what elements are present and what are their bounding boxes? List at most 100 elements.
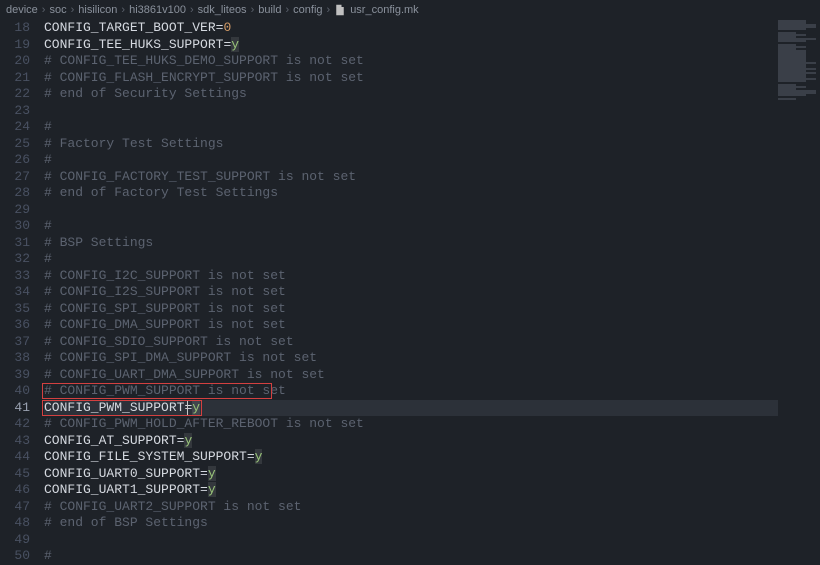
- comment-token: # CONFIG_FACTORY_TEST_SUPPORT is not set: [44, 169, 356, 184]
- code-content[interactable]: # CONFIG_PWM_HOLD_AFTER_REBOOT is not se…: [44, 416, 820, 433]
- line-number: 19: [0, 37, 44, 54]
- code-content[interactable]: CONFIG_FILE_SYSTEM_SUPPORT=y: [44, 449, 820, 466]
- code-content[interactable]: #: [44, 548, 820, 565]
- breadcrumb: device›soc›hisilicon›hi3861v100›sdk_lite…: [0, 0, 820, 20]
- line-number: 38: [0, 350, 44, 367]
- code-content[interactable]: # CONFIG_SPI_SUPPORT is not set: [44, 301, 820, 318]
- line-number: 35: [0, 301, 44, 318]
- code-content[interactable]: # end of Factory Test Settings: [44, 185, 820, 202]
- code-content[interactable]: # CONFIG_SPI_DMA_SUPPORT is not set: [44, 350, 820, 367]
- breadcrumb-separator: ›: [327, 4, 331, 16]
- config-key: CONFIG_TARGET_BOOT_VER: [44, 20, 216, 35]
- code-content[interactable]: # end of BSP Settings: [44, 515, 820, 532]
- code-content[interactable]: #: [44, 218, 820, 235]
- line-number: 44: [0, 449, 44, 466]
- breadcrumb-item[interactable]: device: [6, 4, 38, 16]
- config-value: y: [184, 433, 192, 448]
- breadcrumb-item[interactable]: hisilicon: [78, 4, 117, 16]
- minimap[interactable]: [778, 20, 820, 565]
- code-line[interactable]: 24#: [0, 119, 820, 136]
- text-cursor: [187, 401, 188, 415]
- code-content[interactable]: CONFIG_TARGET_BOOT_VER=0: [44, 20, 820, 37]
- code-line[interactable]: 23: [0, 103, 820, 120]
- code-content[interactable]: #: [44, 152, 820, 169]
- breadcrumb-separator: ›: [251, 4, 255, 16]
- equals-token: =: [200, 466, 208, 481]
- code-line[interactable]: 35# CONFIG_SPI_SUPPORT is not set: [0, 301, 820, 318]
- code-content[interactable]: [44, 202, 820, 219]
- breadcrumb-separator: ›: [121, 4, 125, 16]
- breadcrumb-item[interactable]: sdk_liteos: [198, 4, 247, 16]
- code-content[interactable]: # CONFIG_FLASH_ENCRYPT_SUPPORT is not se…: [44, 70, 820, 87]
- editor-area[interactable]: 18CONFIG_TARGET_BOOT_VER=019CONFIG_TEE_H…: [0, 20, 820, 565]
- code-line[interactable]: 44CONFIG_FILE_SYSTEM_SUPPORT=y: [0, 449, 820, 466]
- code-content[interactable]: # CONFIG_DMA_SUPPORT is not set: [44, 317, 820, 334]
- code-line[interactable]: 26#: [0, 152, 820, 169]
- code-content[interactable]: CONFIG_TEE_HUKS_SUPPORT=y: [44, 37, 820, 54]
- config-key: CONFIG_AT_SUPPORT: [44, 433, 177, 448]
- code-line[interactable]: 32#: [0, 251, 820, 268]
- code-line[interactable]: 40# CONFIG_PWM_SUPPORT is not set: [0, 383, 820, 400]
- code-line[interactable]: 20# CONFIG_TEE_HUKS_DEMO_SUPPORT is not …: [0, 53, 820, 70]
- code-content[interactable]: # CONFIG_FACTORY_TEST_SUPPORT is not set: [44, 169, 820, 186]
- code-content[interactable]: # CONFIG_UART_DMA_SUPPORT is not set: [44, 367, 820, 384]
- code-line[interactable]: 45CONFIG_UART0_SUPPORT=y: [0, 466, 820, 483]
- code-line[interactable]: 43CONFIG_AT_SUPPORT=y: [0, 433, 820, 450]
- code-line[interactable]: 33# CONFIG_I2C_SUPPORT is not set: [0, 268, 820, 285]
- code-content[interactable]: #: [44, 119, 820, 136]
- code-line[interactable]: 31# BSP Settings: [0, 235, 820, 252]
- code-line[interactable]: 36# CONFIG_DMA_SUPPORT is not set: [0, 317, 820, 334]
- code-line[interactable]: 49: [0, 532, 820, 549]
- code-line[interactable]: 46CONFIG_UART1_SUPPORT=y: [0, 482, 820, 499]
- config-value: y: [208, 466, 216, 481]
- code-content[interactable]: # BSP Settings: [44, 235, 820, 252]
- config-value: 0: [223, 20, 231, 35]
- code-line[interactable]: 18CONFIG_TARGET_BOOT_VER=0: [0, 20, 820, 37]
- code-content[interactable]: # end of Security Settings: [44, 86, 820, 103]
- line-number: 46: [0, 482, 44, 499]
- code-content[interactable]: #: [44, 251, 820, 268]
- code-content[interactable]: # Factory Test Settings: [44, 136, 820, 153]
- code-line[interactable]: 38# CONFIG_SPI_DMA_SUPPORT is not set: [0, 350, 820, 367]
- code-content[interactable]: CONFIG_UART0_SUPPORT=y: [44, 466, 820, 483]
- code-line[interactable]: 28# end of Factory Test Settings: [0, 185, 820, 202]
- code-content[interactable]: CONFIG_PWM_SUPPORT=y: [44, 400, 820, 417]
- line-number: 40: [0, 383, 44, 400]
- comment-token: #: [44, 251, 52, 266]
- code-line[interactable]: 25# Factory Test Settings: [0, 136, 820, 153]
- breadcrumb-item[interactable]: config: [293, 4, 322, 16]
- code-line[interactable]: 39# CONFIG_UART_DMA_SUPPORT is not set: [0, 367, 820, 384]
- code-content[interactable]: CONFIG_UART1_SUPPORT=y: [44, 482, 820, 499]
- code-line[interactable]: 21# CONFIG_FLASH_ENCRYPT_SUPPORT is not …: [0, 70, 820, 87]
- code-line[interactable]: 50#: [0, 548, 820, 565]
- code-line[interactable]: 30#: [0, 218, 820, 235]
- code-line[interactable]: 41CONFIG_PWM_SUPPORT=y: [0, 400, 820, 417]
- comment-token: # CONFIG_I2S_SUPPORT is not set: [44, 284, 286, 299]
- code-line[interactable]: 19CONFIG_TEE_HUKS_SUPPORT=y: [0, 37, 820, 54]
- code-line[interactable]: 22# end of Security Settings: [0, 86, 820, 103]
- code-content[interactable]: # CONFIG_I2S_SUPPORT is not set: [44, 284, 820, 301]
- code-line[interactable]: 27# CONFIG_FACTORY_TEST_SUPPORT is not s…: [0, 169, 820, 186]
- config-key: CONFIG_UART1_SUPPORT: [44, 482, 200, 497]
- code-content[interactable]: CONFIG_AT_SUPPORT=y: [44, 433, 820, 450]
- code-content[interactable]: [44, 532, 820, 549]
- breadcrumb-item[interactable]: soc: [49, 4, 66, 16]
- code-line[interactable]: 37# CONFIG_SDIO_SUPPORT is not set: [0, 334, 820, 351]
- breadcrumb-item[interactable]: hi3861v100: [129, 4, 186, 16]
- code-content[interactable]: [44, 103, 820, 120]
- code-line[interactable]: 42# CONFIG_PWM_HOLD_AFTER_REBOOT is not …: [0, 416, 820, 433]
- code-content[interactable]: # CONFIG_UART2_SUPPORT is not set: [44, 499, 820, 516]
- code-line[interactable]: 48# end of BSP Settings: [0, 515, 820, 532]
- code-content[interactable]: # CONFIG_I2C_SUPPORT is not set: [44, 268, 820, 285]
- code-line[interactable]: 34# CONFIG_I2S_SUPPORT is not set: [0, 284, 820, 301]
- code-line[interactable]: 29: [0, 202, 820, 219]
- breadcrumb-file[interactable]: usr_config.mk: [350, 4, 418, 16]
- code-content[interactable]: # CONFIG_PWM_SUPPORT is not set: [44, 383, 820, 400]
- comment-token: # CONFIG_UART2_SUPPORT is not set: [44, 499, 301, 514]
- code-line[interactable]: 47# CONFIG_UART2_SUPPORT is not set: [0, 499, 820, 516]
- config-value: y: [255, 449, 263, 464]
- breadcrumb-item[interactable]: build: [258, 4, 281, 16]
- code-content[interactable]: # CONFIG_TEE_HUKS_DEMO_SUPPORT is not se…: [44, 53, 820, 70]
- code-content[interactable]: # CONFIG_SDIO_SUPPORT is not set: [44, 334, 820, 351]
- line-number: 49: [0, 532, 44, 549]
